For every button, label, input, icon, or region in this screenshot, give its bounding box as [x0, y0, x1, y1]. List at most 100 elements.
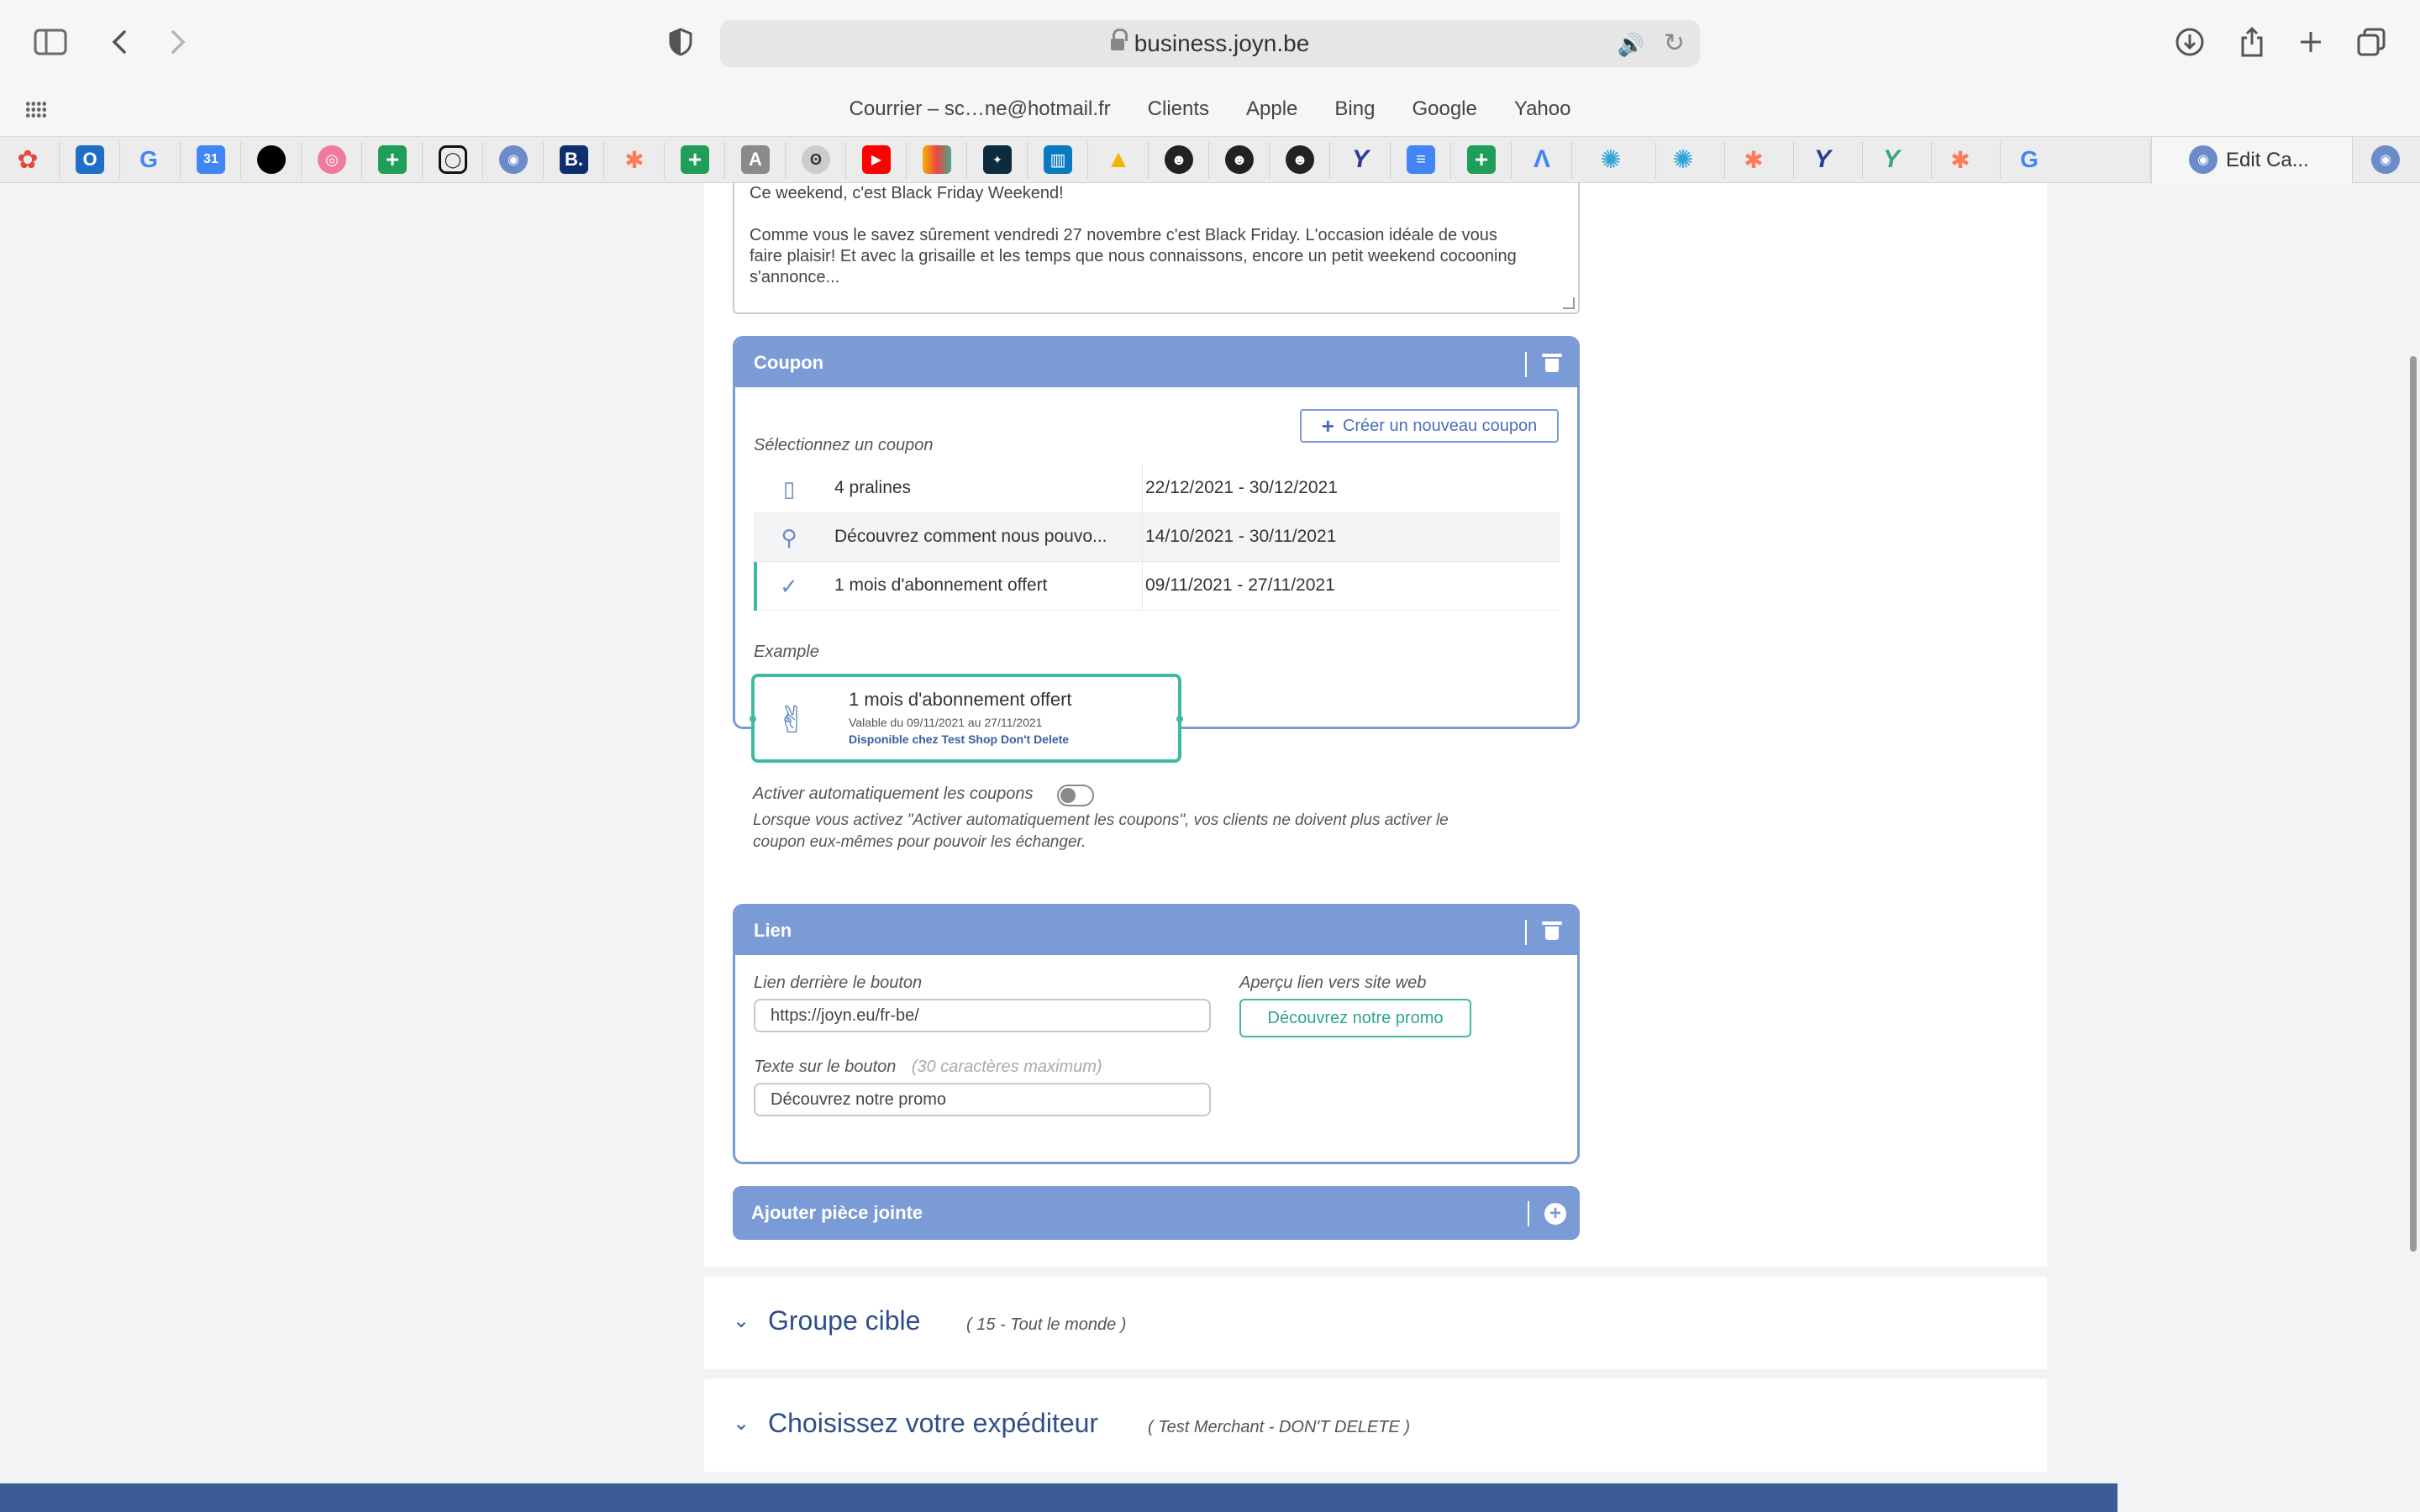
thumbs-up-icon: ✓	[780, 574, 798, 599]
drive-icon[interactable]: ▲	[1104, 145, 1133, 174]
yoast-icon-2[interactable]: Y	[1808, 145, 1837, 174]
target-group-card[interactable]: ⌄ Groupe cible ( 15 - Tout le monde )	[704, 1277, 2047, 1369]
joyn-icon-2[interactable]: ◉	[2371, 145, 2400, 174]
favorite-clients[interactable]: Clients	[1148, 97, 1209, 121]
black-circle-icon[interactable]	[257, 145, 286, 174]
tab-bar: ✿ O G 31 ◎ + ◯ ◉ B. ✱ + A ʘ ▶ ✦ ▥ ▲ ☻ ☻ …	[0, 136, 2420, 184]
chevron-down-icon[interactable]: ⌄	[733, 1309, 750, 1333]
button-text-input[interactable]: Découvrez notre promo	[754, 1083, 1211, 1116]
photos-icon[interactable]: ✿	[13, 145, 42, 174]
docs-icon[interactable]: ≡	[1407, 145, 1435, 174]
message-line: s'annonce...	[750, 268, 840, 286]
mailchimp-icon[interactable]: ☻	[1165, 145, 1193, 174]
url-text: business.joyn.be	[1134, 30, 1310, 56]
sender-meta: ( Test Merchant - DON'T DELETE )	[1148, 1418, 1411, 1436]
coupon-row[interactable]: ⚲ Découvrez comment nous pouvo... 14/10/…	[754, 513, 1560, 562]
message-line: faire plaisir! Et avec la grisaille et l…	[750, 247, 1517, 265]
example-label: Example	[754, 643, 819, 661]
active-tab[interactable]: ◉ Edit Ca...	[2151, 137, 2353, 184]
create-coupon-button[interactable]: + Créer un nouveau coupon	[1300, 409, 1559, 443]
chevron-down-icon[interactable]: ⌄	[733, 1411, 750, 1436]
favorite-apple[interactable]: Apple	[1246, 97, 1297, 121]
dark-logo-icon[interactable]: ✦	[983, 145, 1012, 174]
promo-preview-button[interactable]: Découvrez notre promo	[1239, 999, 1471, 1037]
auto-activate-toggle[interactable]	[1057, 785, 1094, 806]
google-icon[interactable]: G	[134, 145, 163, 174]
coupon-list: ▯ 4 pralines 22/12/2021 - 30/12/2021 ⚲ D…	[754, 465, 1560, 611]
coupon-row[interactable]: ▯ 4 pralines 22/12/2021 - 30/12/2021	[754, 465, 1560, 513]
sidebar-toggle-icon[interactable]	[30, 22, 71, 62]
privacy-shield-icon[interactable]	[660, 22, 701, 62]
page-scrollbar[interactable]	[2410, 356, 2417, 1252]
yoast-icon-3[interactable]: Y	[1877, 145, 1906, 174]
coupon-name: 1 mois d'abonnement offert	[834, 575, 1048, 595]
mailchimp-icon-3[interactable]: ☻	[1286, 145, 1314, 174]
hubspot-icon-3[interactable]: ✱	[1946, 145, 1975, 174]
font-app-icon[interactable]: A	[741, 145, 770, 174]
target-group-meta: ( 15 - Tout le monde )	[966, 1315, 1127, 1334]
reload-icon[interactable]: ↻	[1664, 29, 1685, 58]
forward-icon[interactable]	[158, 22, 198, 62]
coupon-name: Découvrez comment nous pouvo...	[834, 527, 1107, 546]
favorite-bing[interactable]: Bing	[1334, 97, 1375, 121]
booking-icon[interactable]: B.	[560, 145, 588, 174]
speaker-icon[interactable]: 🔊	[1618, 32, 1644, 58]
link-url-label: Lien derrière le bouton	[754, 974, 923, 992]
hubspot-icon-2[interactable]: ✱	[1739, 145, 1768, 174]
openai-icon-2[interactable]: ✺	[1669, 145, 1697, 174]
sheets-icon-2[interactable]: +	[681, 145, 709, 174]
message-line: Comme vous le savez sûrement vendredi 27…	[750, 226, 1497, 244]
auto-activate-help: Lorsque vous activez "Activer automatiqu…	[753, 811, 1449, 829]
joyn-tab-icon: ◉	[2189, 145, 2217, 174]
header-divider	[1525, 352, 1527, 377]
select-coupon-label: Sélectionnez un coupon	[754, 436, 934, 454]
attachment-section-header: Ajouter pièce jointe +	[733, 1186, 1580, 1240]
mailchimp-icon-2[interactable]: ☻	[1225, 145, 1254, 174]
colorful-app-icon[interactable]	[923, 145, 951, 174]
youtube-icon[interactable]: ▶	[862, 145, 891, 174]
attachment-section[interactable]: Ajouter pièce jointe +	[733, 1186, 1580, 1240]
coupon-example-card: ✌ 1 mois d'abonnement offert Valable du …	[750, 674, 1183, 763]
tab-overview-icon[interactable]	[2351, 22, 2391, 62]
link-url-input[interactable]: https://joyn.eu/fr-be/	[754, 999, 1211, 1032]
google-ads-icon[interactable]: Λ	[1528, 145, 1556, 174]
downloads-icon[interactable]	[2170, 22, 2210, 62]
button-text-label: Texte sur le bouton	[754, 1058, 897, 1076]
calendar-icon[interactable]: 31	[197, 145, 225, 174]
add-attachment-icon[interactable]: +	[1544, 1203, 1566, 1225]
coupon-section-header: Coupon	[735, 339, 1577, 387]
coupon-row-selected[interactable]: ✓ 1 mois d'abonnement offert 09/11/2021 …	[754, 562, 1560, 611]
page-content: Ce weekend, c'est Black Friday Weekend! …	[0, 183, 2420, 1512]
sheets-icon-3[interactable]: +	[1467, 145, 1496, 174]
sender-card[interactable]: ⌄ Choisissez votre expéditeur ( Test Mer…	[704, 1379, 2047, 1472]
panda-icon[interactable]: ʘ	[802, 145, 830, 174]
box-icon: ▯	[782, 476, 796, 501]
pink-app-icon[interactable]: ◎	[318, 145, 346, 174]
lock-icon	[1110, 29, 1128, 52]
yoast-icon[interactable]: Y	[1346, 145, 1375, 174]
favorite-mail[interactable]: Courrier – sc…ne@hotmail.fr	[850, 97, 1111, 121]
plus-icon: +	[1321, 412, 1334, 438]
sender-title: Choisissez votre expéditeur	[768, 1408, 1099, 1438]
favorite-yahoo[interactable]: Yahoo	[1514, 97, 1571, 121]
google-icon-2[interactable]: G	[2015, 145, 2044, 174]
sheets-icon[interactable]: +	[378, 145, 407, 174]
address-bar[interactable]: business.joyn.be 🔊 ↻	[720, 20, 1700, 67]
openai-icon[interactable]: ✺	[1597, 145, 1625, 174]
joyn-icon[interactable]: ◉	[499, 145, 528, 174]
trello-icon[interactable]: ▥	[1044, 145, 1072, 174]
outlook-icon[interactable]: O	[76, 145, 104, 174]
back-icon[interactable]	[99, 22, 139, 62]
new-tab-icon[interactable]	[2291, 22, 2331, 62]
trash-icon[interactable]	[1542, 921, 1562, 940]
resize-handle[interactable]	[1563, 297, 1575, 309]
balloons-icon: ⚲	[781, 525, 797, 550]
auto-activate-help: coupon eux-mêmes pour pouvoir les échang…	[753, 833, 1086, 851]
share-icon[interactable]	[2232, 22, 2272, 62]
instagram-icon[interactable]: ◯	[439, 145, 467, 174]
favorite-google[interactable]: Google	[1412, 97, 1476, 121]
message-textarea[interactable]: Ce weekend, c'est Black Friday Weekend! …	[733, 183, 1580, 314]
hubspot-icon[interactable]: ✱	[620, 145, 649, 174]
card-notch	[750, 716, 756, 722]
trash-icon[interactable]	[1542, 354, 1562, 372]
